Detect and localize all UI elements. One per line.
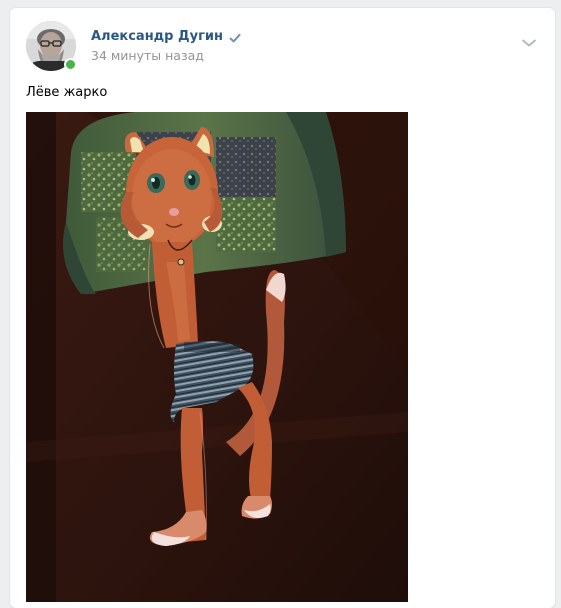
post-text: Лёве жарко [26, 85, 108, 100]
author-block: Александр Дугин 34 минуты назад [91, 28, 242, 64]
chevron-down-icon [522, 39, 536, 47]
online-status-dot [64, 58, 77, 71]
post-header: Александр Дугин 34 минуты назад [26, 21, 541, 73]
author-line: Александр Дугин [91, 28, 242, 46]
knitted-cat-toy-image [26, 112, 408, 602]
author-avatar[interactable] [26, 21, 77, 71]
post-photo[interactable] [26, 112, 408, 602]
post-card: Александр Дугин 34 минуты назад Лёве жар… [10, 8, 555, 608]
post-options-button[interactable] [517, 31, 541, 55]
verified-checkmark-icon [228, 30, 242, 44]
author-name-link[interactable]: Александр Дугин [91, 28, 223, 46]
post-time-link[interactable]: 34 минуты назад [91, 48, 242, 64]
